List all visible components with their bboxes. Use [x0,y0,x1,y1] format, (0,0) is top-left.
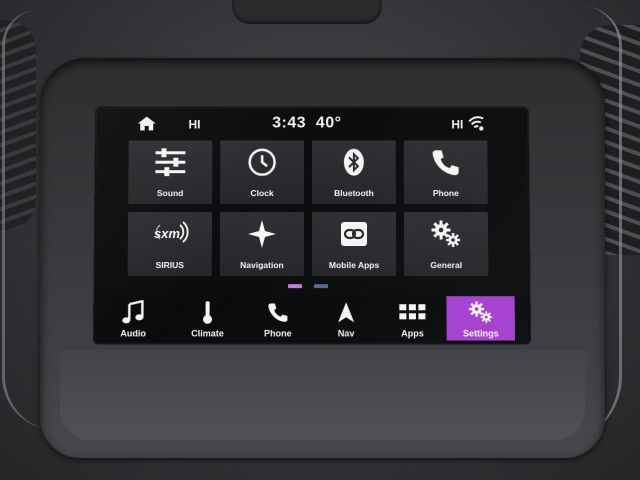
tile-label: Mobile Apps [328,260,380,271]
tile-label: SIRIUS [155,260,184,271]
link-icon [340,222,368,246]
bluetooth-icon [343,148,364,176]
wifi-signal-icon [467,115,485,133]
clock-readout: 3:43 40° [272,115,341,133]
gears-icon [431,220,460,247]
tile-label: Clock [250,188,274,199]
sliders-icon [155,148,187,177]
nav-settings[interactable]: Settings [446,296,516,341]
nav-arrow-icon [338,302,355,323]
tile-label: Phone [432,188,459,199]
nav-apps[interactable]: Apps [378,296,446,340]
music-note-icon [122,300,145,324]
page-dot-active[interactable] [287,284,302,289]
tile-mobile-apps[interactable]: Mobile Apps [312,212,397,277]
phone-icon [432,150,459,176]
bezel-lower-lip [60,350,585,440]
nav-label: Climate [191,328,224,339]
tile-sirius[interactable]: sxm SIRIUS [127,212,213,277]
nav-audio[interactable]: Audio [99,296,168,340]
nav-climate[interactable]: Climate [173,296,241,340]
nav-phone[interactable]: Phone [244,296,312,340]
nav-nav[interactable]: Nav [312,296,380,340]
tile-phone[interactable]: Phone [403,140,488,205]
tile-clock[interactable]: Clock [220,140,305,205]
nav-label: Audio [120,328,147,339]
time: 3:43 [272,114,307,132]
tile-sound[interactable]: Sound [128,140,213,205]
dash-top-notch [232,0,382,24]
tile-label: Sound [156,188,184,199]
page-indicator [287,284,338,289]
page-dot[interactable] [314,284,329,289]
nav-label: Nav [337,328,355,339]
feature-grid: Sound Clock Bluetooth Phone sxm SIRIUS N… [127,140,491,278]
clock-icon [249,149,277,177]
tile-general[interactable]: General [403,212,489,277]
phone-icon [268,303,288,322]
tile-navigation[interactable]: Navigation [219,212,305,277]
outside-temperature: 40° [315,114,342,132]
home-icon[interactable] [137,116,157,132]
nav-label: Settings [462,328,499,339]
nav-label: Apps [401,328,424,339]
passenger-temp-setting: HI [451,117,464,132]
app-grid-icon [399,304,426,320]
driver-temp-setting: HI [188,117,201,132]
gears-icon [468,301,492,323]
nav-label: Phone [263,328,292,339]
tile-label: Navigation [240,260,284,271]
tile-bluetooth[interactable]: Bluetooth [312,140,396,205]
tile-label: Bluetooth [334,188,374,199]
status-bar: HI 3:43 40° HI [97,109,527,139]
thermometer-icon [203,301,213,324]
infotainment-screen: HI 3:43 40° HI Sound Clock Bluetooth Pho… [94,108,530,343]
sxm-logo-icon: sxm [154,221,189,243]
tile-label: General [430,260,463,271]
bottom-nav-bar: Audio Climate Phone Nav Apps Settings [94,294,530,343]
compass-star-icon [247,220,276,248]
